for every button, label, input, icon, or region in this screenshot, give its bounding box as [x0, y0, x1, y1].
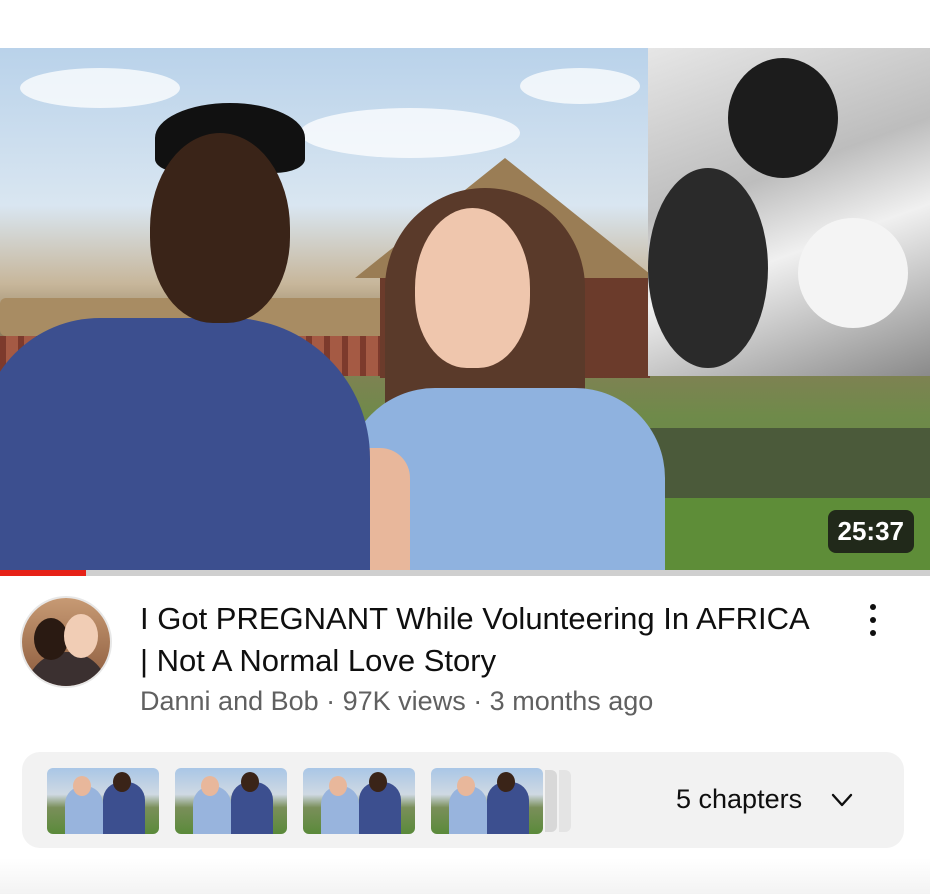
video-metadata: Danni and Bob · 97K views · 3 months ago — [140, 686, 654, 716]
chapter-thumbnail[interactable] — [175, 768, 287, 834]
man-face — [150, 133, 290, 323]
inset-woman-hair — [648, 168, 768, 368]
chapter-head — [113, 772, 131, 792]
chapter-head — [73, 776, 91, 796]
kebab-menu-icon[interactable] — [862, 602, 884, 638]
kebab-dot — [870, 617, 876, 623]
chapters-label: 5 chapters — [676, 784, 803, 814]
inset-man-head — [728, 58, 838, 178]
avatar-bodies — [26, 652, 108, 686]
woman-face — [415, 208, 530, 368]
chapter-head — [201, 776, 219, 796]
chapter-thumbnail[interactable] — [47, 768, 159, 834]
cloud — [520, 68, 640, 104]
chapter-head — [369, 772, 387, 792]
bottom-fade — [0, 858, 930, 894]
inset-bw-photo — [648, 48, 930, 376]
inset-baby — [798, 218, 908, 328]
watch-progress-fill — [0, 570, 86, 576]
chapter-thumbnail[interactable] — [431, 768, 543, 834]
avatar-person-1 — [34, 618, 68, 660]
chapter-stack-edge — [559, 770, 571, 832]
man-shirt — [0, 318, 370, 573]
cloud — [20, 68, 180, 108]
video-title[interactable]: I Got PREGNANT While Volunteering In AFR… — [140, 598, 820, 682]
chapter-head — [497, 772, 515, 792]
chapter-head — [241, 772, 259, 792]
video-thumbnail[interactable]: 25:37 — [0, 48, 930, 573]
cloud — [300, 108, 520, 158]
duration-badge: 25:37 — [827, 510, 914, 553]
chevron-down-icon[interactable] — [830, 788, 854, 812]
chapter-stack-edge — [545, 770, 557, 832]
channel-avatar[interactable] — [22, 598, 110, 686]
water — [650, 428, 930, 498]
chapter-thumbnail[interactable] — [303, 768, 415, 834]
kebab-dot — [870, 604, 876, 610]
kebab-dot — [870, 630, 876, 636]
avatar-person-2 — [64, 614, 98, 658]
chapter-head — [329, 776, 347, 796]
chapters-bar[interactable]: 5 chapters — [22, 752, 904, 848]
watch-progress-bar — [0, 570, 930, 576]
chapter-head — [457, 776, 475, 796]
